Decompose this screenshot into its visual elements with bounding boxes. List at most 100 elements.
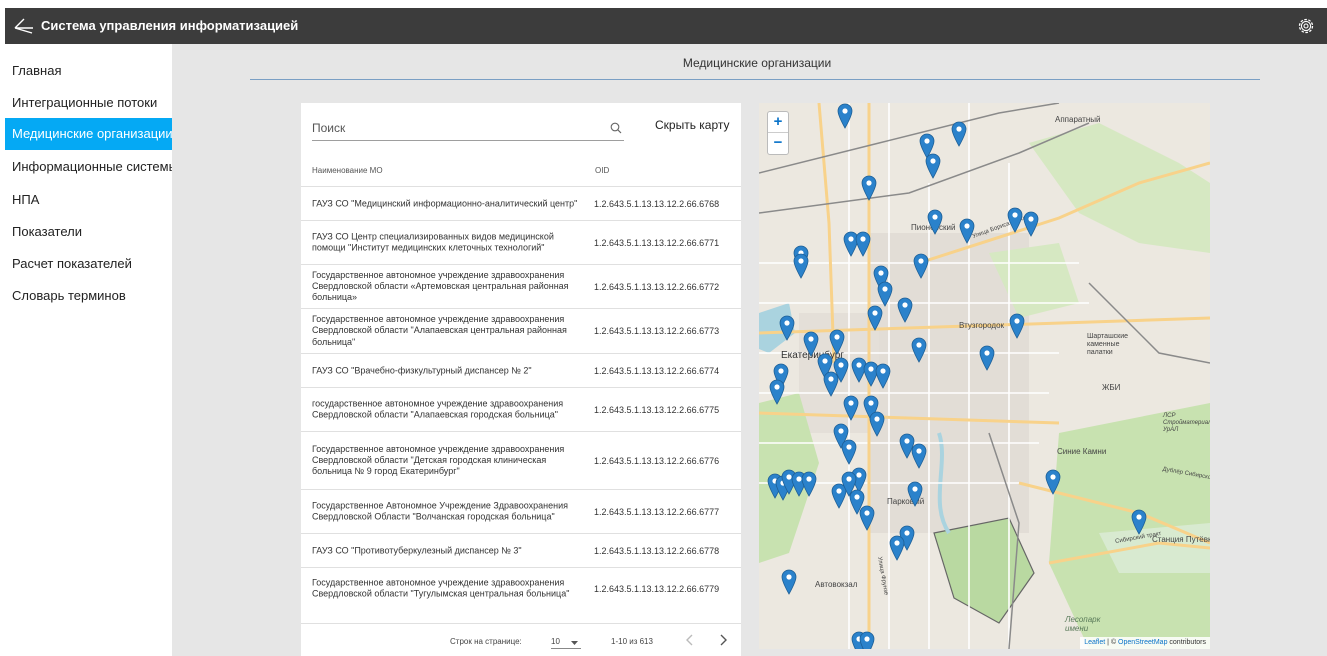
search-field bbox=[312, 117, 624, 141]
column-header-name[interactable]: Наименование МО bbox=[312, 166, 383, 175]
sidebar-item-home[interactable]: Главная bbox=[5, 55, 172, 87]
cell-name: Государственное автономное учреждение зд… bbox=[312, 443, 565, 477]
table-row[interactable]: государственное автономное учреждение зд… bbox=[301, 387, 741, 431]
sidebar-item-information-systems[interactable]: Информационные системы bbox=[5, 151, 178, 183]
sidebar-item-integration-flows[interactable]: Интеграционные потоки bbox=[5, 87, 172, 119]
map-marker-icon[interactable] bbox=[769, 379, 785, 405]
gear-icon[interactable] bbox=[1296, 16, 1316, 41]
map-attribution: Leaflet | © OpenStreetMap contributors bbox=[1080, 637, 1210, 649]
zoom-control: + − bbox=[767, 111, 789, 155]
sidebar-item-npa[interactable]: НПА bbox=[5, 184, 172, 216]
map-marker-icon[interactable] bbox=[927, 209, 943, 235]
search-icon[interactable] bbox=[610, 121, 622, 139]
organizations-card: Скрыть карту Наименование МО OID ГАУЗ СО… bbox=[301, 103, 741, 656]
map-marker-icon[interactable] bbox=[875, 363, 891, 389]
cell-oid: 1.2.643.5.1.13.13.12.2.66.6774 bbox=[594, 365, 720, 376]
sidebar-item-glossary[interactable]: Словарь терминов bbox=[5, 280, 172, 312]
rows-per-page-value: 10 bbox=[551, 637, 560, 646]
cell-name: ГАУЗ СО "Противотуберкулезный диспансер … bbox=[312, 544, 522, 555]
table-row[interactable]: Государственное автономное учреждение зд… bbox=[301, 567, 741, 610]
map-marker-icon[interactable] bbox=[781, 569, 797, 595]
osm-link[interactable]: OpenStreetMap bbox=[1118, 639, 1167, 646]
cell-name: ГАУЗ СО "Врачебно-физкультурный диспансе… bbox=[312, 364, 532, 375]
table-row[interactable]: Государственное автономное учреждение зд… bbox=[301, 431, 741, 489]
title-divider bbox=[250, 79, 1260, 80]
map-marker-icon[interactable] bbox=[1009, 313, 1025, 339]
cell-oid: 1.2.643.5.1.13.13.12.2.66.6771 bbox=[594, 237, 720, 248]
zoom-out-button[interactable]: − bbox=[768, 133, 788, 154]
table-row[interactable]: Государственное Автономное Учреждение Зд… bbox=[301, 489, 741, 533]
map-marker-icon[interactable] bbox=[907, 481, 923, 507]
table-row[interactable]: ГАУЗ СО "Противотуберкулезный диспансер … bbox=[301, 533, 741, 567]
map-marker-icon[interactable] bbox=[897, 297, 913, 323]
map-marker-icon[interactable] bbox=[1045, 469, 1061, 495]
hide-map-button[interactable]: Скрыть карту bbox=[655, 118, 730, 132]
cell-oid: 1.2.643.5.1.13.13.12.2.66.6773 bbox=[594, 326, 720, 336]
chevron-right-icon[interactable] bbox=[718, 634, 728, 648]
map-marker-icon[interactable] bbox=[877, 281, 893, 307]
search-input[interactable] bbox=[312, 117, 602, 139]
logo-icon bbox=[14, 16, 34, 41]
map-marker-icon[interactable] bbox=[829, 329, 845, 355]
sidebar-item-medical-organizations[interactable]: Медицинские организации bbox=[5, 118, 173, 150]
chevron-left-icon[interactable] bbox=[685, 634, 695, 648]
map-label: Втузгородок bbox=[959, 321, 1005, 330]
zoom-in-button[interactable]: + bbox=[768, 112, 788, 133]
map-marker-icon[interactable] bbox=[1131, 509, 1147, 535]
map-marker-icon[interactable] bbox=[859, 505, 875, 531]
cell-oid: 1.2.643.5.1.13.13.12.2.66.6772 bbox=[594, 281, 720, 292]
cell-name: Государственное Автономное Учреждение Зд… bbox=[312, 500, 568, 522]
attribution-suffix: contributors bbox=[1167, 639, 1206, 646]
cell-oid: 1.2.643.5.1.13.13.12.2.66.6777 bbox=[594, 506, 720, 517]
leaflet-link[interactable]: Leaflet bbox=[1084, 639, 1105, 646]
map-marker-icon[interactable] bbox=[925, 153, 941, 179]
table-header: Наименование МО OID bbox=[301, 155, 741, 186]
main-content: Медицинские организации Скрыть карту Наи… bbox=[172, 44, 1327, 656]
table-row[interactable]: Государственное автономное учреждение зд… bbox=[301, 308, 741, 353]
cell-oid: 1.2.643.5.1.13.13.12.2.66.6776 bbox=[594, 455, 720, 466]
table-row[interactable]: ГАУЗ СО "Врачебно-физкультурный диспансе… bbox=[301, 353, 741, 387]
map-marker-icon[interactable] bbox=[889, 535, 905, 561]
cell-name: государственное автономное учреждение зд… bbox=[312, 398, 564, 420]
sidebar-item-indicators[interactable]: Показатели bbox=[5, 216, 172, 248]
page-title: Медицинские организации bbox=[682, 56, 832, 70]
table-row[interactable]: ГАУЗ СО Центр специализированных видов м… bbox=[301, 220, 741, 264]
map-marker-icon[interactable] bbox=[779, 315, 795, 341]
map-marker-icon[interactable] bbox=[911, 337, 927, 363]
map-marker-icon[interactable] bbox=[843, 395, 859, 421]
app-title: Система управления информатизацией bbox=[41, 18, 299, 33]
map-marker-icon[interactable] bbox=[793, 253, 809, 279]
map-marker-icon[interactable] bbox=[959, 218, 975, 244]
sidebar-item-indicator-calculation[interactable]: Расчет показателей bbox=[5, 248, 172, 280]
cell-name: ГАУЗ СО Центр специализированных видов м… bbox=[312, 231, 554, 253]
map-marker-icon[interactable] bbox=[855, 231, 871, 257]
column-header-oid[interactable]: OID bbox=[595, 166, 609, 175]
map-label: Аппаратный bbox=[1055, 115, 1101, 124]
map-marker-icon[interactable] bbox=[911, 443, 927, 469]
attribution-separator: | © bbox=[1105, 639, 1119, 646]
rows-per-page-label: Строк на странице: bbox=[450, 637, 522, 646]
map-marker-icon[interactable] bbox=[913, 253, 929, 279]
table-row[interactable]: Государственное автономное учреждение зд… bbox=[301, 264, 741, 308]
map-marker-icon[interactable] bbox=[837, 103, 853, 129]
map-label: Лесопарк имени bbox=[1065, 615, 1101, 633]
map-marker-icon[interactable] bbox=[1007, 207, 1023, 233]
cell-oid: 1.2.643.5.1.13.13.12.2.66.6775 bbox=[594, 404, 720, 415]
map-marker-icon[interactable] bbox=[1023, 211, 1039, 237]
map-marker-icon[interactable] bbox=[801, 471, 817, 497]
map-marker-icon[interactable] bbox=[861, 175, 877, 201]
map-marker-icon[interactable] bbox=[869, 411, 885, 437]
map-marker-icon[interactable] bbox=[833, 357, 849, 383]
pagination-range: 1-10 из 613 bbox=[611, 637, 653, 646]
map-marker-icon[interactable] bbox=[859, 631, 875, 649]
rows-per-page-select[interactable]: 10 bbox=[551, 634, 581, 649]
map-marker-icon[interactable] bbox=[979, 345, 995, 371]
map-label: ЖБИ bbox=[1102, 383, 1121, 392]
map-marker-icon[interactable] bbox=[951, 121, 967, 147]
map[interactable]: + − Аппаратный Пионерский Втузгородок Ша… bbox=[759, 103, 1210, 649]
cell-name: Государственное автономное учреждение зд… bbox=[312, 314, 567, 347]
map-marker-icon[interactable] bbox=[867, 305, 883, 331]
table-row[interactable]: ГАУЗ СО "Медицинский информационно-анали… bbox=[301, 186, 741, 220]
cell-oid: 1.2.643.5.1.13.13.12.2.66.6779 bbox=[594, 584, 720, 594]
map-marker-icon[interactable] bbox=[841, 439, 857, 465]
